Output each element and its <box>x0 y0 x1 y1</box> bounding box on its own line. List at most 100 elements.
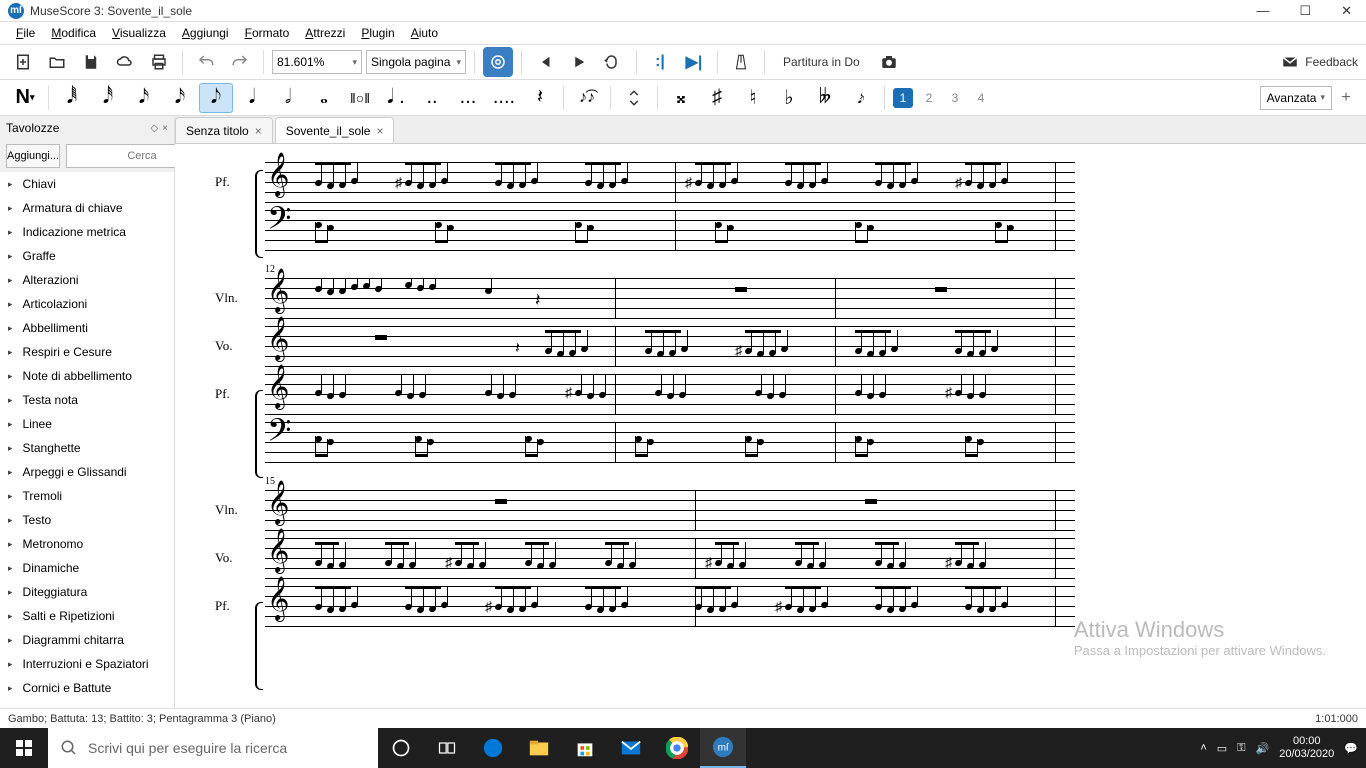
close-button[interactable]: ✕ <box>1335 1 1358 21</box>
score-canvas[interactable]: Pf.𝄞♯♯♯𝄢12Vln.𝄞tr𝄽Vo.𝄞𝄽♯Pf.𝄞♯♯𝄢15Vln.𝄞Vo… <box>175 144 1366 708</box>
duration-64th[interactable]: 𝅘𝅥𝅱 <box>55 83 89 113</box>
musescore-task-icon[interactable]: mſ <box>700 728 746 768</box>
score-tab[interactable]: Senza titolo× <box>175 117 273 143</box>
save-button[interactable] <box>76 47 106 77</box>
metronome-button[interactable] <box>726 47 756 77</box>
tray-volume-icon[interactable]: 🔊 <box>1256 742 1270 755</box>
rest-button[interactable]: 𝄽 <box>523 83 557 113</box>
duration-quarter[interactable]: 𝅘𝅥 <box>235 83 269 113</box>
menu-plugin[interactable]: Plugin <box>353 24 402 42</box>
palette-item[interactable]: Armatura di chiave <box>0 196 174 220</box>
voice-2-button[interactable]: 2 <box>919 88 939 108</box>
duration-8th[interactable]: 𝅘𝅥𝅮 <box>199 83 233 113</box>
flat-button[interactable]: ♭ <box>772 83 806 113</box>
palette-item[interactable]: Metronomo <box>0 532 174 556</box>
image-capture-button[interactable] <box>483 47 513 77</box>
tie-button[interactable]: ♪͡♪ <box>570 83 604 113</box>
palette-item[interactable]: Abbellimenti <box>0 316 174 340</box>
explorer-icon[interactable] <box>516 728 562 768</box>
tray-notifications-icon[interactable]: 💬 <box>1344 742 1358 755</box>
taskview-icon[interactable] <box>424 728 470 768</box>
chrome-icon[interactable] <box>654 728 700 768</box>
palette-item[interactable]: Indicazione metrica <box>0 220 174 244</box>
duration-whole[interactable]: 𝅝 <box>307 83 341 113</box>
store-icon[interactable] <box>562 728 608 768</box>
duration-16th[interactable]: 𝅘𝅥𝅯 <box>127 83 161 113</box>
menu-aiuto[interactable]: Aiuto <box>403 24 446 42</box>
menu-file[interactable]: File <box>8 24 43 42</box>
palette-item[interactable]: Arpeggi e Glissandi <box>0 460 174 484</box>
mail-icon-task[interactable] <box>608 728 654 768</box>
augmentation-dot[interactable]: 𝅘𝅥 . <box>379 83 413 113</box>
taskbar-search[interactable]: Scrivi qui per eseguire la ricerca <box>48 728 378 768</box>
tray-battery-icon[interactable]: ▭ <box>1217 742 1227 755</box>
double-flat-button[interactable]: 𝄫 <box>808 83 842 113</box>
loop-out-button[interactable]: ▶| <box>679 47 709 77</box>
minimize-button[interactable]: — <box>1250 1 1275 21</box>
menu-attrezzi[interactable]: Attrezzi <box>297 24 353 42</box>
palette-item[interactable]: Tremoli <box>0 484 174 508</box>
double-dot[interactable]: .. <box>415 83 449 113</box>
play-button[interactable] <box>564 47 594 77</box>
cloud-button[interactable] <box>110 47 140 77</box>
workspace-combo[interactable]: Avanzata▾ <box>1260 86 1332 110</box>
loop-button[interactable] <box>598 47 628 77</box>
rewind-button[interactable] <box>530 47 560 77</box>
palette-undock-icon[interactable]: ◇ <box>150 123 158 134</box>
note-input-mode-button[interactable]: N▾ <box>8 83 42 113</box>
palette-item[interactable]: Chiavi <box>0 172 174 196</box>
duration-breve[interactable]: ‖○‖ <box>343 83 377 113</box>
menu-formato[interactable]: Formato <box>237 24 298 42</box>
new-file-button[interactable] <box>8 47 38 77</box>
palette-close-icon[interactable]: × <box>162 123 168 134</box>
tray-expand-icon[interactable]: ˄ <box>1200 742 1206 754</box>
voice-3-button[interactable]: 3 <box>945 88 965 108</box>
add-workspace-button[interactable]: + <box>1334 86 1358 110</box>
palette-item[interactable]: Note di abbellimento <box>0 364 174 388</box>
palette-item[interactable]: Diteggiatura <box>0 580 174 604</box>
palette-item[interactable]: Cornici e Battute <box>0 676 174 700</box>
palette-item[interactable]: Respiri e Cesure <box>0 340 174 364</box>
tab-close-icon[interactable]: × <box>376 124 383 138</box>
palette-item[interactable]: Articolazioni <box>0 292 174 316</box>
palette-item[interactable]: Salti e Ripetizioni <box>0 604 174 628</box>
tray-clock[interactable]: 00:00 20/03/2020 <box>1279 735 1334 761</box>
quad-dot[interactable]: .... <box>487 83 521 113</box>
edge-icon[interactable] <box>470 728 516 768</box>
double-sharp-button[interactable]: 𝄪 <box>664 83 698 113</box>
undo-button[interactable] <box>191 47 221 77</box>
open-file-button[interactable] <box>42 47 72 77</box>
tray-wifi-icon[interactable]: ⚿ <box>1237 742 1245 755</box>
redo-button[interactable] <box>225 47 255 77</box>
palette-item[interactable]: Diagrammi chitarra <box>0 628 174 652</box>
menu-modifica[interactable]: Modifica <box>43 24 104 42</box>
triple-dot[interactable]: ... <box>451 83 485 113</box>
start-button[interactable] <box>0 728 48 768</box>
acciaccatura-button[interactable]: 𝆔 <box>844 83 878 113</box>
palette-item[interactable]: Alterazioni <box>0 268 174 292</box>
voice-4-button[interactable]: 4 <box>971 88 991 108</box>
menu-visualizza[interactable]: Visualizza <box>104 24 174 42</box>
screenshot-button[interactable] <box>874 47 904 77</box>
palette-item[interactable]: Linee <box>0 412 174 436</box>
voice-1-button[interactable]: 1 <box>893 88 913 108</box>
score-tab[interactable]: Sovente_il_sole× <box>275 117 395 143</box>
palette-item[interactable]: Graffe <box>0 244 174 268</box>
palette-item[interactable]: Testa nota <box>0 388 174 412</box>
feedback-button[interactable]: Feedback <box>1281 53 1358 71</box>
sharp-button[interactable]: ♯ <box>700 83 734 113</box>
flip-button[interactable] <box>617 83 651 113</box>
menu-aggiungi[interactable]: Aggiungi <box>174 24 237 42</box>
cortana-icon[interactable] <box>378 728 424 768</box>
print-button[interactable] <box>144 47 174 77</box>
duration-32nd[interactable]: 𝅘𝅥𝅰 <box>91 83 125 113</box>
palette-item[interactable]: Dinamiche <box>0 556 174 580</box>
palette-item[interactable]: Interruzioni e Spaziatori <box>0 652 174 676</box>
tab-close-icon[interactable]: × <box>255 124 262 138</box>
palette-add-button[interactable]: Aggiungi... <box>6 144 60 168</box>
duration-half[interactable]: 𝅗𝅥 <box>271 83 305 113</box>
loop-in-button[interactable]: :| <box>645 47 675 77</box>
palette-item[interactable]: Testo <box>0 508 174 532</box>
natural-button[interactable]: ♮ <box>736 83 770 113</box>
duration-16th-b[interactable]: 𝅘𝅥𝅯 <box>163 83 197 113</box>
